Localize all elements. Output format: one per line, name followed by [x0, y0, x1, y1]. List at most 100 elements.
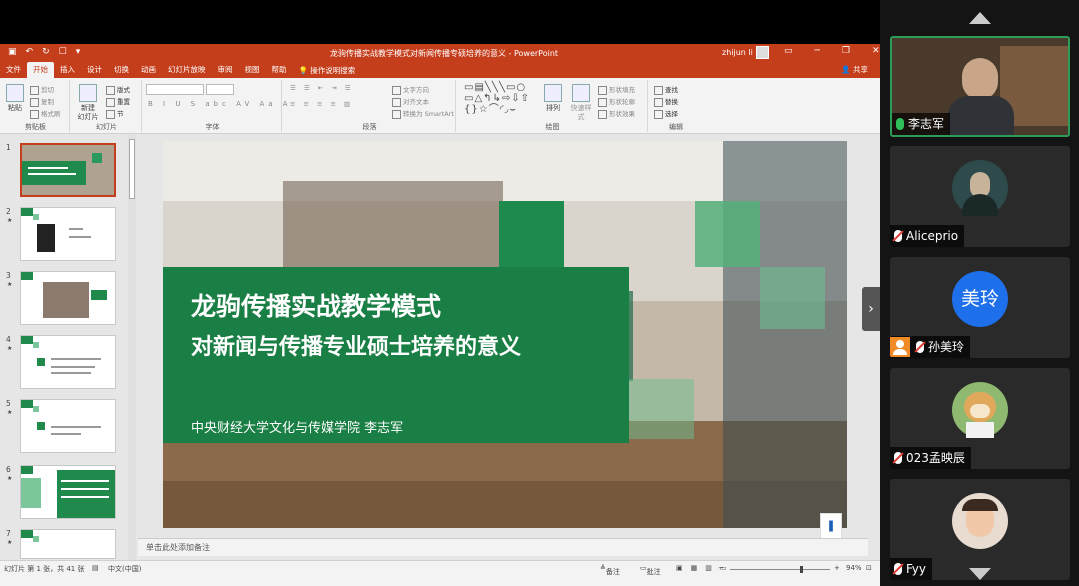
participant-tile[interactable]: 李志军 [890, 36, 1070, 137]
bookmark-icon[interactable]: ❚ [820, 513, 842, 539]
zoom-slider-knob[interactable] [800, 566, 803, 573]
tab-file[interactable]: 文件 [0, 62, 27, 78]
paste-button[interactable]: 粘贴 [6, 84, 24, 113]
zoom-in-icon[interactable]: + [834, 564, 840, 572]
slide-title[interactable]: 龙驹传播实战教学模式 [191, 287, 441, 323]
align-buttons[interactable]: ≡ ≡ ≡ ≡ ▥ [290, 100, 353, 108]
animation-star-icon: ★ [7, 217, 13, 224]
section-button[interactable]: 节 [106, 108, 124, 119]
avatar [952, 493, 1008, 549]
minimize-icon[interactable]: ─ [815, 46, 820, 56]
paragraph-group: ☰ ☰ ⇤ ⇥ ☰ ≡ ≡ ≡ ≡ ▥ 文字方向 对齐文本 转换为 SmartA… [284, 80, 456, 132]
tab-insert[interactable]: 插入 [54, 62, 81, 78]
language[interactable]: 中文(中国) [108, 564, 141, 574]
quick-styles-icon [572, 84, 590, 102]
undo-icon[interactable]: ↶ [26, 47, 34, 57]
slide-scrollbar[interactable] [868, 135, 880, 561]
participant-tile[interactable]: 023孟映辰 [890, 368, 1070, 469]
thumbnail-scrollbar[interactable] [128, 135, 136, 561]
customize-icon[interactable]: ▾ [76, 47, 81, 57]
arrange-label: 排列 [546, 104, 560, 112]
font-format-buttons[interactable]: B I U S abc AV Aa A [148, 100, 292, 108]
deco-square [695, 201, 760, 267]
cut-button[interactable]: 剪切 [30, 84, 54, 95]
list-buttons[interactable]: ☰ ☰ ⇤ ⇥ ☰ [290, 84, 354, 92]
find-button[interactable]: 查找 [654, 84, 678, 95]
save-icon[interactable]: ▣ [8, 47, 17, 57]
copy-button[interactable]: 复制 [30, 96, 54, 107]
user-name[interactable]: zhijun li [722, 48, 753, 57]
tab-review[interactable]: 审阅 [212, 62, 239, 78]
layout-button[interactable]: 版式 [106, 84, 130, 95]
slide-number: 2 [6, 207, 11, 216]
select-button[interactable]: 选择 [654, 108, 678, 119]
scroll-down-icon[interactable] [969, 568, 991, 580]
tab-view[interactable]: 视图 [239, 62, 266, 78]
shape-fill-button[interactable]: 形状填充 [598, 84, 635, 95]
text-direction-button[interactable]: 文字方向 [392, 84, 429, 95]
user-avatar[interactable] [756, 46, 769, 59]
restore-icon[interactable]: ❐ [842, 46, 850, 56]
comments-button[interactable]: ▭ 批注 [640, 564, 661, 576]
status-bar: 幻灯片 第 1 张，共 41 张 ▤ 中文(中国) ≜ 备注 ▭ 批注 ▣▦▥▭… [0, 560, 880, 586]
thumbnail-image [20, 207, 116, 261]
ribbon-display-icon[interactable]: ▭ [784, 46, 793, 56]
quick-styles-button[interactable]: 快速样式 [568, 84, 594, 122]
zoom-out-icon[interactable]: − [718, 564, 724, 572]
close-icon[interactable]: ✕ [872, 46, 880, 56]
reset-button[interactable]: 重置 [106, 96, 130, 107]
smartart-button[interactable]: 转换为 SmartArt [392, 108, 454, 119]
avatar: 美玲 [952, 271, 1008, 327]
tab-design[interactable]: 设计 [81, 62, 108, 78]
collapse-panel-button[interactable]: › [862, 287, 880, 331]
tab-animations[interactable]: 动画 [135, 62, 162, 78]
shapes-gallery[interactable]: ▭▤╲╲╲▭○ ▭△↰↳⇨⇩⇧ {}☆⌒◜◞⌣ [464, 82, 530, 115]
animation-star-icon: ★ [7, 409, 13, 416]
align-text-button[interactable]: 对齐文本 [392, 96, 429, 107]
shape-outline-button[interactable]: 形状轮廓 [598, 96, 635, 107]
background-chair [283, 181, 503, 271]
tab-help[interactable]: 帮助 [266, 62, 293, 78]
notes-button[interactable]: ≜ 备注 [600, 564, 620, 576]
slide-number: 4 [6, 335, 11, 344]
participant-tile[interactable]: Fyy [890, 479, 1070, 580]
tab-home[interactable]: 开始 [27, 62, 54, 78]
slide-author[interactable]: 中央财经大学文化与传媒学院 李志军 [191, 417, 403, 436]
participant-name-text: 李志军 [908, 117, 945, 131]
fit-slide-icon[interactable]: ⊡ [866, 564, 872, 572]
align-text-label: 对齐文本 [403, 98, 429, 106]
zoom-level[interactable]: 94% [846, 564, 862, 572]
arrange-button[interactable]: 排列 [542, 84, 564, 113]
current-slide[interactable]: 龙驹传播实战教学模式 对新闻与传播专业硕士培养的意义 中央财经大学文化与传媒学院… [163, 141, 847, 528]
window-controls: ▭ ─ ❐ ✕ [784, 46, 880, 56]
background-person [723, 141, 847, 528]
slide-subtitle[interactable]: 对新闻与传播专业硕士培养的意义 [191, 329, 521, 361]
shape-effects-button[interactable]: 形状效果 [598, 108, 635, 119]
font-name-combo[interactable] [146, 84, 204, 95]
tell-me-search[interactable]: 💡 操作说明搜索 [299, 65, 356, 76]
font-size-combo[interactable] [206, 84, 234, 95]
format-painter-button[interactable]: 格式刷 [30, 108, 61, 119]
new-slide-button[interactable]: 新建 幻灯片 [76, 84, 100, 122]
view-buttons[interactable]: ▣▦▥▭ [676, 564, 734, 572]
zoom-slider[interactable] [730, 569, 830, 570]
scroll-up-icon[interactable] [969, 12, 991, 24]
participant-name: 孙美玲 [890, 336, 971, 358]
comments-label: 批注 [646, 568, 661, 576]
share-button[interactable]: 👤 共享 [841, 62, 868, 78]
participant-tile[interactable]: 美玲 孙美玲 [890, 257, 1070, 358]
ribbon: 粘贴 剪切 复制 格式刷 剪贴板 新建 幻灯片 版式 重置 节 幻灯片 B I … [0, 78, 880, 134]
redo-icon[interactable]: ↻ [42, 47, 50, 57]
tab-transitions[interactable]: 切换 [108, 62, 135, 78]
tab-slideshow[interactable]: 幻灯片放映 [162, 62, 212, 78]
present-icon[interactable]: ☐ [59, 47, 67, 57]
participant-name: 023孟映辰 [890, 447, 971, 469]
slide-number: 5 [6, 399, 11, 408]
notes-pane[interactable]: 单击此处添加备注 [138, 538, 868, 556]
participant-tile[interactable]: Aliceprio [890, 146, 1070, 247]
notes-label: 备注 [605, 568, 620, 576]
deco-square [499, 201, 564, 267]
spellcheck-icon[interactable]: ▤ [92, 564, 99, 572]
replace-button[interactable]: 替换 [654, 96, 678, 107]
thumbnail-scrollbar-thumb[interactable] [129, 139, 135, 199]
